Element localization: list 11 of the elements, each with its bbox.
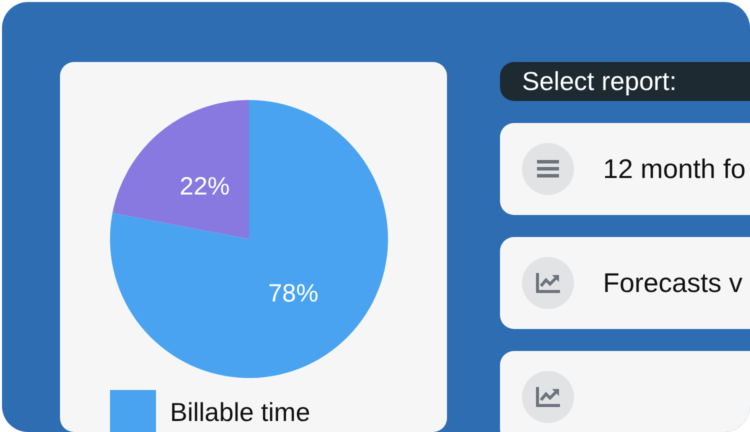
report-label: Forecasts v bbox=[603, 266, 743, 300]
legend-label: Billable time bbox=[170, 398, 310, 428]
line-chart-icon bbox=[536, 273, 560, 293]
list-icon bbox=[537, 160, 559, 178]
report-item[interactable]: Forecasts v bbox=[500, 237, 750, 329]
slice-label: 22% bbox=[180, 172, 230, 200]
report-header: Select report: bbox=[500, 62, 750, 101]
report-item[interactable]: 12 month fo bbox=[500, 123, 750, 215]
report-label: 12 month fo bbox=[603, 152, 746, 186]
line-chart-icon bbox=[536, 387, 560, 407]
slice-label: 78% bbox=[268, 280, 318, 308]
